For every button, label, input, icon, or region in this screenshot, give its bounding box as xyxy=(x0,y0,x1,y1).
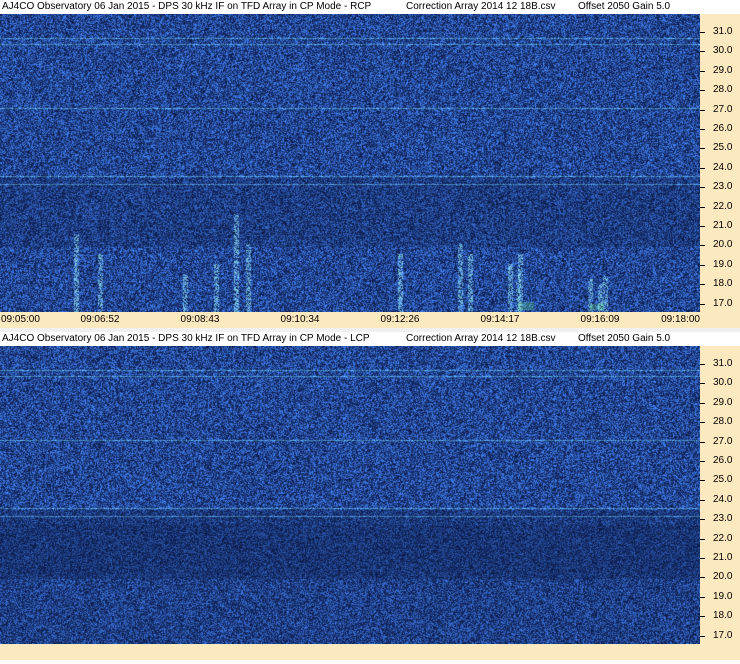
freq-tick-label: 18.0 xyxy=(713,278,733,290)
correction-label: Correction Array 2014 12 18B.csv xyxy=(406,333,556,344)
freq-tick xyxy=(700,461,705,462)
freq-tick xyxy=(700,364,705,365)
correction-label: Correction Array 2014 12 18B.csv xyxy=(406,1,556,12)
panel-title-bar: AJ4CO Observatory 06 Jan 2015 - DPS 30 k… xyxy=(0,332,740,346)
freq-tick xyxy=(700,187,705,189)
freq-tick xyxy=(700,226,705,227)
time-tick-label: 09:08:43 xyxy=(180,314,220,325)
freq-tick-label: 24.0 xyxy=(713,161,733,173)
freq-tick xyxy=(700,538,705,540)
freq-tick xyxy=(700,90,705,92)
freq-tick xyxy=(700,499,705,501)
freq-tick-label: 25.0 xyxy=(713,142,733,154)
spectrogram-panel-lcp: AJ4CO Observatory 06 Jan 2015 - DPS 30 k… xyxy=(0,332,740,664)
time-axis xyxy=(0,644,740,660)
freq-tick-label: 30.0 xyxy=(713,45,733,57)
freq-tick-label: 25.0 xyxy=(713,474,733,486)
freq-tick xyxy=(700,616,705,618)
freq-tick-label: 21.0 xyxy=(713,552,733,563)
time-tick-label: 09:12:26 xyxy=(380,314,420,325)
freq-tick xyxy=(700,51,705,53)
freq-tick xyxy=(700,596,705,598)
freq-tick xyxy=(700,441,705,443)
spectrogram-lcp[interactable] xyxy=(0,346,700,644)
freq-tick-label: 24.0 xyxy=(713,493,733,505)
freq-tick xyxy=(700,303,705,305)
frequency-axis: 31.0 30.0 29.0 28.0 27.0 26.0 25.0 24.0 23.0 22.0… xyxy=(700,346,740,644)
freq-tick xyxy=(700,558,705,559)
freq-tick-label: 19.0 xyxy=(713,590,733,602)
freq-tick-label: 23.0 xyxy=(713,181,733,193)
freq-tick xyxy=(700,284,705,286)
freq-tick xyxy=(700,519,705,521)
freq-tick-label: 18.0 xyxy=(713,610,733,622)
freq-tick xyxy=(700,577,705,579)
time-tick-label: 09:18:00 xyxy=(661,314,700,325)
freq-tick-label: 31.0 xyxy=(713,358,733,369)
freq-tick xyxy=(700,383,705,385)
freq-tick xyxy=(700,32,705,33)
freq-tick-label: 17.0 xyxy=(713,297,733,309)
freq-tick-label: 19.0 xyxy=(713,258,733,270)
freq-tick-label: 22.0 xyxy=(713,532,733,544)
panel-title: AJ4CO Observatory 06 Jan 2015 - DPS 30 k… xyxy=(2,333,370,344)
spectrogram-rcp[interactable] xyxy=(0,14,700,312)
freq-tick-label: 30.0 xyxy=(713,377,733,389)
panel-title-bar: AJ4CO Observatory 06 Jan 2015 - DPS 30 k… xyxy=(0,0,740,14)
freq-tick xyxy=(700,129,705,130)
time-tick-label: 09:10:34 xyxy=(280,314,320,325)
gain-label: Offset 2050 Gain 5.0 xyxy=(578,333,671,344)
freq-tick-label: 26.0 xyxy=(713,123,733,134)
time-tick-label: 09:14:17 xyxy=(480,314,520,325)
freq-tick-label: 27.0 xyxy=(713,103,733,115)
freq-tick-label: 17.0 xyxy=(713,629,733,641)
freq-tick-label: 21.0 xyxy=(713,220,733,231)
freq-tick-label: 31.0 xyxy=(713,26,733,37)
freq-tick-label: 20.0 xyxy=(713,239,733,251)
time-axis: 09:05:00 09:06:52 09:08:43 09:10:34 09:12:26… xyxy=(0,312,740,328)
time-tick-label: 09:06:52 xyxy=(80,314,120,325)
freq-tick-label: 22.0 xyxy=(713,200,733,212)
freq-tick-label: 28.0 xyxy=(713,416,733,428)
freq-tick-label: 28.0 xyxy=(713,84,733,96)
freq-tick-label: 23.0 xyxy=(713,513,733,525)
freq-tick xyxy=(700,109,705,111)
freq-tick xyxy=(700,264,705,266)
freq-tick xyxy=(700,148,705,150)
gain-label: Offset 2050 Gain 5.0 xyxy=(578,1,671,12)
freq-tick xyxy=(700,167,705,169)
freq-tick xyxy=(700,70,705,72)
freq-tick xyxy=(700,635,705,637)
time-tick-label: 09:05:00 xyxy=(1,314,40,325)
freq-tick-label: 26.0 xyxy=(713,455,733,466)
frequency-axis: 31.0 30.0 29.0 28.0 27.0 26.0 25.0 24.0 23.0 22.0… xyxy=(700,14,740,312)
freq-tick xyxy=(700,480,705,482)
freq-tick xyxy=(700,402,705,404)
freq-tick-label: 27.0 xyxy=(713,435,733,447)
panel-title: AJ4CO Observatory 06 Jan 2015 - DPS 30 k… xyxy=(2,1,372,12)
freq-tick xyxy=(700,422,705,424)
time-tick-label: 09:16:09 xyxy=(580,314,620,325)
freq-tick xyxy=(700,206,705,208)
freq-tick-label: 20.0 xyxy=(713,571,733,583)
freq-tick xyxy=(700,245,705,247)
freq-tick-label: 29.0 xyxy=(713,396,733,408)
spectrogram-panel-rcp: AJ4CO Observatory 06 Jan 2015 - DPS 30 k… xyxy=(0,0,740,332)
freq-tick-label: 29.0 xyxy=(713,64,733,76)
